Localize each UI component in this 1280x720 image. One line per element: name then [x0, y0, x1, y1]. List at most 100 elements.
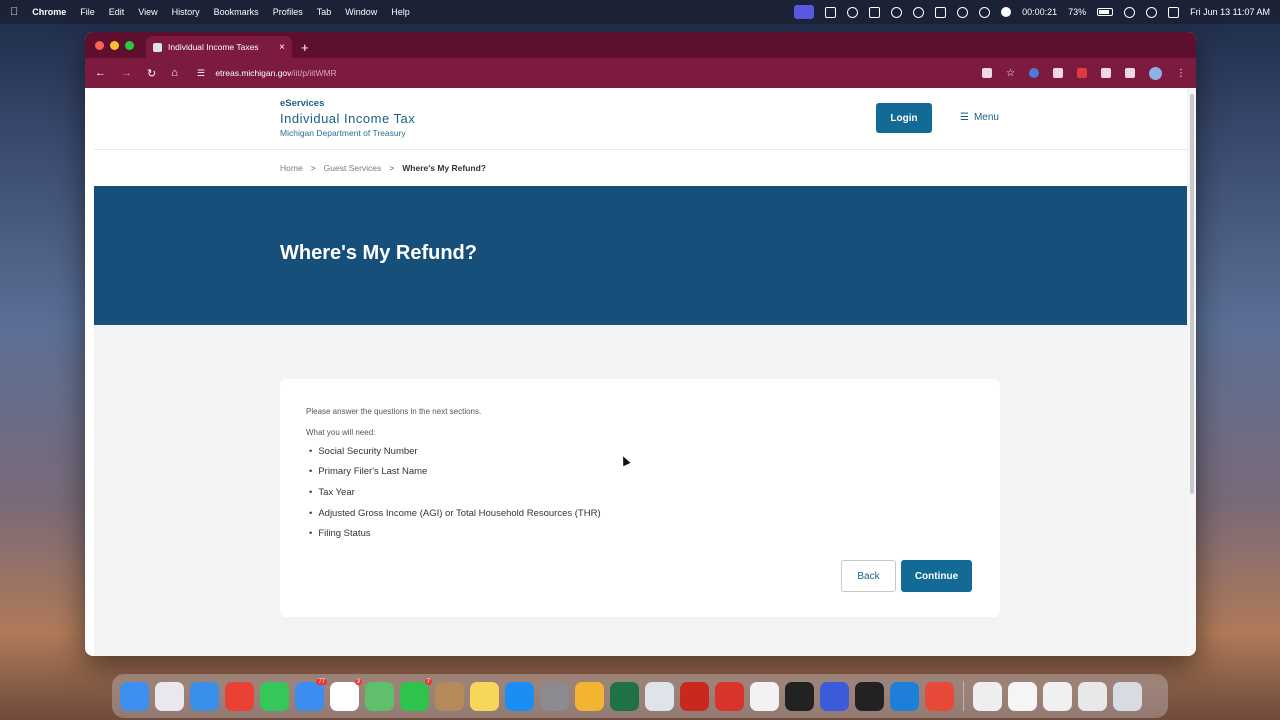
site-brand[interactable]: eServices Individual Income Tax Michigan… — [280, 98, 415, 138]
close-tab-icon[interactable]: × — [279, 42, 285, 53]
screen-share-icon[interactable] — [794, 5, 815, 19]
apple-icon[interactable]:  — [10, 6, 18, 18]
menu-help[interactable]: Help — [391, 7, 410, 17]
menu-bookmarks[interactable]: Bookmarks — [214, 7, 259, 17]
chrome-icon[interactable] — [225, 681, 254, 711]
windows-app-icon[interactable] — [890, 681, 919, 711]
control-center-icon[interactable] — [1168, 6, 1180, 18]
pdf-reader-icon[interactable] — [925, 681, 954, 711]
app-store-icon[interactable] — [505, 681, 534, 711]
department-label: Michigan Department of Treasury — [280, 128, 406, 138]
menu-button[interactable]: ☰ Menu — [960, 112, 999, 123]
notification-badge: 7 — [424, 678, 432, 685]
arc-icon[interactable] — [820, 681, 849, 711]
profile-avatar[interactable] — [1149, 66, 1162, 80]
menu-tab[interactable]: Tab — [317, 7, 332, 17]
back-button[interactable]: Back — [841, 560, 896, 592]
page-banner: Where's My Refund? — [94, 186, 1187, 325]
wifi-icon[interactable] — [1124, 6, 1136, 18]
file-thumb-1-icon[interactable] — [973, 681, 1002, 711]
menu-view[interactable]: View — [138, 7, 157, 17]
fork-icon[interactable] — [869, 6, 881, 18]
list-item: Tax Year — [318, 482, 601, 503]
display-icon[interactable] — [825, 6, 837, 18]
zoom-window-button[interactable] — [125, 40, 134, 50]
breadcrumb-guest-services[interactable]: Guest Services — [324, 163, 382, 173]
side-panel-icon[interactable] — [1125, 68, 1135, 78]
extension-shield-icon[interactable] — [1053, 68, 1063, 78]
scrollbar-thumb[interactable] — [1190, 94, 1194, 494]
pencil-icon[interactable] — [957, 6, 969, 18]
reload-icon[interactable]: ↻ — [147, 67, 156, 80]
file-thumb-4-icon[interactable] — [1078, 681, 1107, 711]
record-icon[interactable] — [1001, 7, 1012, 17]
url-path: /iit/p/iitWMR — [291, 67, 337, 78]
mail-icon[interactable]: 77 — [295, 678, 327, 711]
requirements-label: What you will need: — [306, 428, 376, 437]
bookmark-star-icon[interactable]: ☆ — [1006, 68, 1015, 79]
list-item: Filing Status — [318, 523, 601, 544]
safari-icon[interactable] — [190, 681, 219, 711]
kebab-menu-icon[interactable]: ⋮ — [1176, 68, 1186, 79]
menu-profiles[interactable]: Profiles — [273, 7, 303, 17]
site-header: eServices Individual Income Tax Michigan… — [94, 88, 1187, 150]
extension-blue-icon[interactable] — [1029, 68, 1039, 78]
breadcrumb-home[interactable]: Home — [280, 163, 303, 173]
home-icon[interactable]: ⌂ — [171, 67, 178, 79]
site-info-icon[interactable]: ☰ — [197, 68, 205, 78]
utility-icon[interactable] — [645, 681, 674, 711]
pause-icon[interactable] — [979, 6, 991, 18]
antenna-icon[interactable] — [935, 6, 947, 18]
gear-icon[interactable] — [847, 6, 859, 18]
messages-icon[interactable] — [260, 681, 289, 711]
close-window-button[interactable] — [95, 40, 104, 50]
extensions-puzzle-icon[interactable] — [1101, 68, 1111, 78]
maps-icon[interactable] — [365, 681, 394, 711]
refund-info-card: Please answer the questions in the next … — [280, 379, 1000, 617]
menu-window[interactable]: Window — [345, 7, 377, 17]
excel-icon[interactable] — [610, 681, 639, 711]
continue-button[interactable]: Continue — [901, 560, 972, 592]
file-thumb-2-icon[interactable] — [1008, 681, 1037, 711]
spotlight-icon[interactable] — [1146, 6, 1158, 18]
new-tab-button[interactable]: + — [301, 36, 309, 58]
address-bar[interactable]: ☰ etreas.michigan.gov/iit/p/iitWMR — [197, 68, 337, 79]
breadcrumb-separator: > — [310, 163, 316, 173]
login-button[interactable]: Login — [876, 103, 932, 133]
clock[interactable]: Fri Jun 13 11:07 AM — [1190, 7, 1270, 17]
cast-icon[interactable] — [982, 68, 993, 78]
contacts-icon[interactable] — [435, 681, 464, 711]
zoom-camera-icon[interactable] — [785, 681, 814, 711]
sonos-icon[interactable] — [855, 681, 884, 711]
rainbow-icon[interactable] — [913, 6, 925, 18]
forward-arrow-icon[interactable]: → — [121, 67, 132, 79]
launchpad-icon[interactable] — [155, 681, 184, 711]
page-scrollbar[interactable] — [1187, 88, 1196, 656]
menu-app-name[interactable]: Chrome — [32, 7, 66, 17]
remote-desktop-icon[interactable] — [715, 681, 744, 711]
system-settings-icon[interactable] — [540, 681, 569, 711]
finder-icon[interactable] — [120, 681, 149, 711]
menu-edit[interactable]: Edit — [109, 7, 125, 17]
menu-history[interactable]: History — [172, 7, 200, 17]
battery-icon[interactable] — [1097, 8, 1114, 16]
tab-individual-income-taxes[interactable]: Individual Income Taxes × — [146, 36, 292, 58]
browser-window: Individual Income Taxes × + ← → ↻ ⌂ ☰ et… — [85, 32, 1196, 656]
back-arrow-icon[interactable]: ← — [95, 67, 106, 79]
page-title: Where's My Refund? — [280, 242, 477, 264]
facetime-icon[interactable]: 7 — [400, 678, 432, 711]
chatgpt-icon[interactable] — [750, 681, 779, 711]
favicon-icon — [153, 42, 162, 52]
minimize-window-button[interactable] — [110, 40, 119, 50]
trash-icon[interactable] — [1113, 681, 1142, 711]
calendar-icon[interactable]: 3 — [330, 678, 362, 711]
extension-red-icon[interactable] — [1077, 68, 1087, 78]
files-icon[interactable] — [575, 681, 604, 711]
file-thumb-3-icon[interactable] — [1043, 681, 1072, 711]
breadcrumb-separator: > — [389, 163, 395, 173]
acrobat-icon[interactable] — [680, 681, 709, 711]
list-item: Adjusted Gross Income (AGI) or Total Hou… — [318, 503, 600, 524]
vpn-icon[interactable] — [891, 6, 903, 18]
notes-icon[interactable] — [470, 681, 499, 711]
menu-file[interactable]: File — [80, 7, 95, 17]
